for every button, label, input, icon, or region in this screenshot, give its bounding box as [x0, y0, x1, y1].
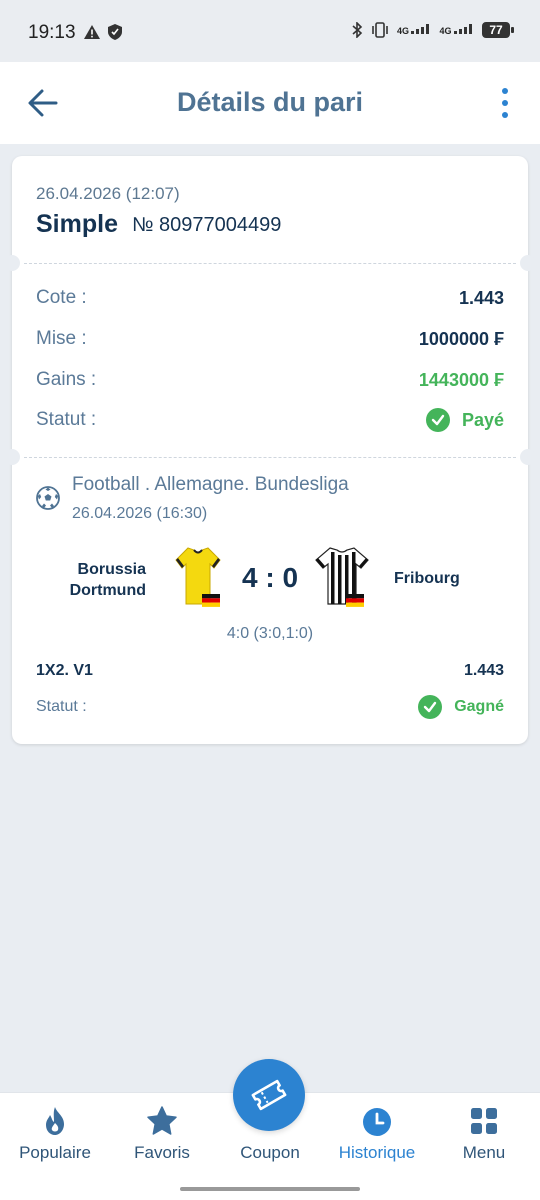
signal-icon [411, 24, 430, 34]
nav-label: Historique [338, 1143, 416, 1162]
mise-value: 1000000 ₣ [418, 328, 504, 349]
mise-row: Mise : 1000000 ₣ [36, 325, 504, 353]
nav-label: Coupon [240, 1143, 300, 1162]
statut-row: Statut : Payé [36, 406, 504, 434]
score-detail: 4:0 (3:0,1:0) [226, 625, 314, 642]
ticket-notch [4, 449, 20, 465]
vibrate-icon [372, 22, 388, 38]
network-type-label: 4G [439, 26, 452, 36]
selection-status-label: Statut : [36, 698, 87, 715]
app-header: Détails du pari [0, 62, 540, 144]
nav-item-coupon[interactable]: Coupon [216, 1093, 324, 1177]
signal-icon [454, 24, 472, 34]
status-badge: Payé [425, 408, 504, 432]
cote-label: Cote : [36, 287, 87, 308]
bet-number: № 80977004499 [132, 214, 282, 236]
ticket-notch [520, 255, 536, 271]
home-indicator[interactable] [180, 1187, 360, 1191]
bottom-navigation: Populaire Favoris Coupon Historique Menu [0, 1059, 540, 1200]
bet-details-card: 26.04.2026 (12:07) Simple № 80977004499 … [4, 156, 536, 744]
flame-icon [46, 1107, 64, 1135]
shield-icon [108, 24, 122, 40]
check-circle-icon [425, 408, 450, 432]
gains-label: Gains : [36, 369, 97, 390]
nav-item-favoris[interactable]: Favoris [108, 1093, 216, 1177]
warning-icon [84, 25, 100, 39]
bet-date: 26.04.2026 (12:07) [36, 184, 180, 203]
selection-status-value: Gagné [454, 698, 504, 715]
nav-label: Menu [462, 1143, 506, 1162]
clock-icon [363, 1108, 391, 1136]
network-type-label: 4G [396, 26, 409, 36]
ticket-notch [4, 255, 20, 271]
system-status-bar: 19:13 4G 4G 77 [0, 0, 540, 62]
home-team-jersey-icon [175, 547, 221, 607]
bluetooth-icon [352, 22, 363, 38]
event-league: Football . Allemagne. Bundesliga [72, 474, 349, 495]
divider [24, 457, 516, 458]
home-team-name: Borussia Dortmund [69, 561, 146, 599]
selection-status-badge: Gagné [418, 695, 504, 719]
page-title: Détails du pari [176, 87, 364, 117]
cote-value: 1.443 [458, 287, 504, 308]
statut-value: Payé [461, 409, 504, 430]
nav-item-historique[interactable]: Historique [323, 1093, 431, 1177]
away-team-name: Fribourg [394, 570, 460, 587]
grid-icon [471, 1108, 497, 1134]
cote-row: Cote : 1.443 [36, 284, 504, 312]
nav-label: Favoris [134, 1143, 190, 1162]
away-team-jersey-icon [315, 547, 369, 607]
nav-item-populaire[interactable]: Populaire [1, 1093, 109, 1177]
star-icon [147, 1106, 177, 1135]
market-odd: 1.443 [463, 662, 504, 679]
ticket-notch [520, 449, 536, 465]
bet-type: Simple [36, 210, 118, 238]
check-circle-icon [418, 695, 443, 719]
nav-label: Populaire [19, 1143, 91, 1162]
match-score: 4 : 0 [241, 562, 299, 593]
battery-icon: 77 [482, 22, 514, 38]
gains-row: Gains : 1443000 ₣ [36, 366, 504, 394]
market-name: 1X2. V1 [36, 662, 93, 679]
gains-value: 1443000 ₣ [418, 369, 504, 390]
mise-label: Mise : [36, 328, 87, 349]
event-date: 26.04.2026 (16:30) [72, 505, 208, 522]
nav-item-menu[interactable]: Menu [430, 1093, 538, 1177]
more-options-icon[interactable] [500, 88, 510, 118]
divider [24, 263, 516, 264]
football-icon [36, 486, 60, 510]
clock: 19:13 [28, 22, 76, 43]
statut-label: Statut : [36, 409, 97, 430]
